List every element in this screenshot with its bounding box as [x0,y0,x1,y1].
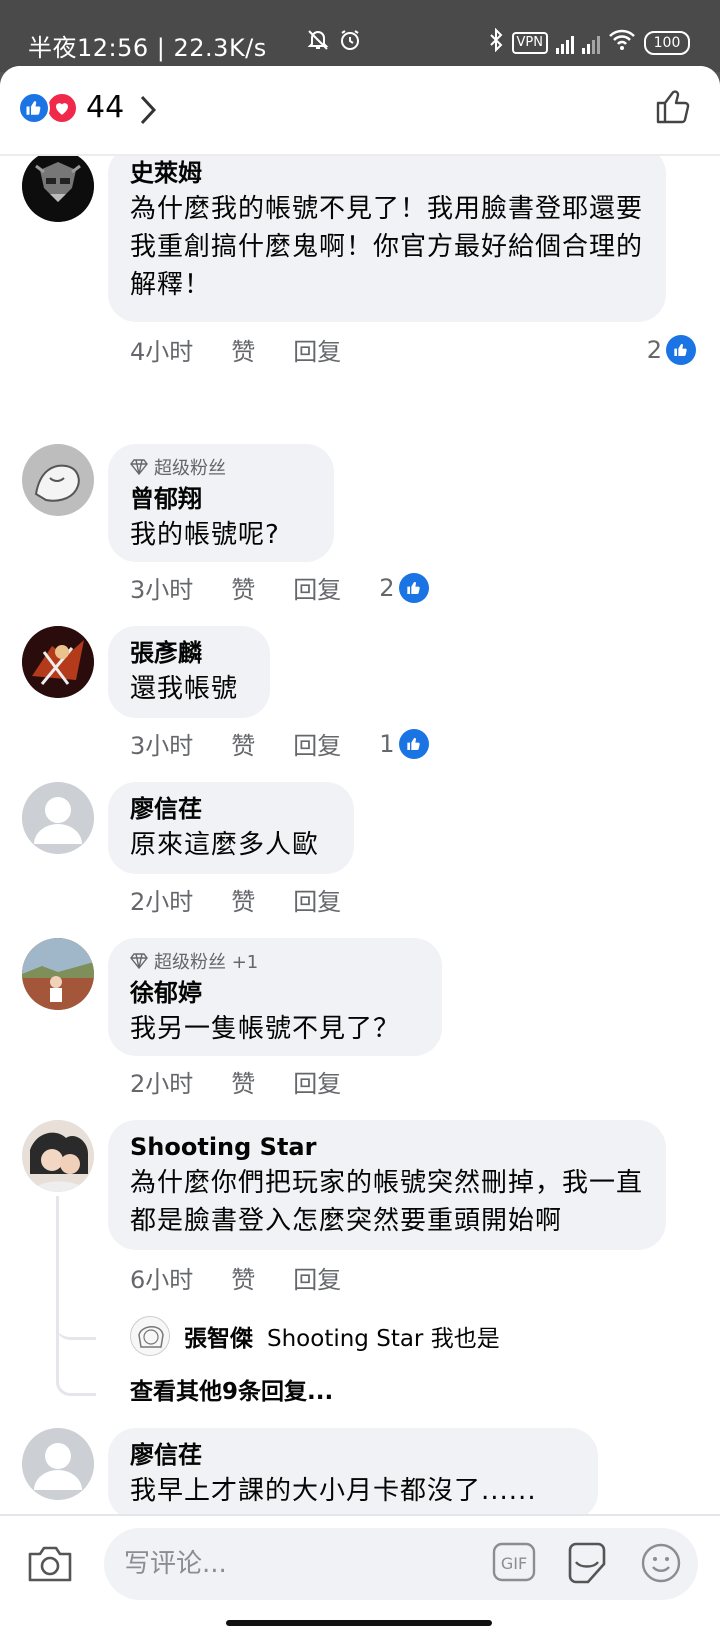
status-icons: VPN 100 [306,27,690,57]
avatar[interactable] [22,1120,94,1192]
comment-like-count[interactable]: 2 [647,334,696,365]
like-icon [398,728,429,759]
thread-connector [56,1260,96,1340]
reply-button[interactable]: 回复 [293,726,341,761]
comment-time: 6小时 [130,1266,194,1294]
reaction-summary[interactable] [18,92,82,124]
comment-time: 3小时 [130,576,194,604]
comment-time: 3小时 [130,732,194,760]
comment-time: 2小时 [130,888,194,916]
reply-button[interactable]: 回复 [293,1260,341,1295]
comment-bubble: 史萊姆 為什麼我的帳號不見了！我用臉書登耶還要我重創搞什麼鬼啊！你官方最好給個合… [108,156,666,322]
like-comment-button[interactable]: 赞 [231,1260,255,1295]
reply-button[interactable]: 回复 [293,570,341,605]
avatar[interactable] [22,626,94,698]
comment-actions: 3小时 赞 回复 2 [130,570,429,605]
comment-bubble: 廖信荏 我早上才課的大小月卡都沒了...... [108,1428,598,1520]
gif-button[interactable]: GIF [492,1542,536,1586]
like-icon [666,334,696,365]
diamond-icon [130,953,148,969]
reply-text: Shooting Star 我也是 [267,1326,500,1352]
like-comment-button[interactable]: 赞 [231,882,255,917]
comment-author[interactable]: Shooting Star [130,1130,644,1164]
comment-bubble: 廖信荏 原來這麼多人歐 [108,782,354,874]
love-icon [46,92,78,124]
avatar[interactable] [22,1428,94,1500]
like-comment-button[interactable]: 赞 [231,1064,255,1099]
svg-text:GIF: GIF [501,1554,527,1573]
comment-author[interactable]: 廖信荏 [130,792,332,826]
comment-bubble: 張彥麟 還我帳號 [108,626,270,718]
like-icon [18,92,50,124]
battery-icon: 100 [644,30,690,55]
avatar[interactable] [22,938,94,1010]
avatar[interactable] [22,156,94,222]
comment-time: 2小时 [130,1070,194,1098]
comment-bubble: 超级粉丝 +1 徐郁婷 我另一隻帳號不見了？ [108,938,442,1056]
like-post-button[interactable] [654,86,694,130]
comment-bubble: Shooting Star 為什麼你們把玩家的帳號突然刪掉，我一直都是臉書登入怎… [108,1120,666,1250]
reply-preview[interactable]: 張智傑 Shooting Star 我也是 [130,1316,500,1356]
fan-badge: 超级粉丝 [130,454,312,480]
comment-actions: 2小时 赞 回复 [130,1064,379,1099]
comment-author[interactable]: 廖信荏 [130,1438,576,1472]
status-bar: 半夜12:56 | 22.3K/s VPN 100 [0,0,720,72]
comment-author[interactable]: 張彥麟 [130,636,248,670]
status-time: 半夜12:56 | 22.3K/s [28,34,267,62]
comment-input-container[interactable]: GIF [104,1528,698,1600]
mute-icon [306,28,330,57]
comment-composer: GIF [0,1514,720,1640]
comment-author[interactable]: 史萊姆 [130,156,644,190]
home-indicator[interactable] [226,1620,492,1626]
chevron-right-icon[interactable] [138,93,158,131]
comment-input[interactable] [124,1542,454,1586]
comment-text: 原來這麼多人歐 [130,830,320,860]
emoji-icon[interactable] [640,1542,682,1588]
comment-text: 我另一隻帳號不見了？ [130,1014,401,1044]
view-more-replies-link[interactable]: 查看其他9条回复... [130,1372,333,1406]
comment-actions: 3小时 赞 回复 1 [130,726,429,761]
like-comment-button[interactable]: 赞 [231,726,255,761]
comment-text: 我的帳號呢? [130,520,280,550]
comment-time: 4小时 [130,338,194,366]
like-icon [398,572,429,603]
reply-button[interactable]: 回复 [293,882,341,917]
comment-list[interactable]: 史萊姆 為什麼我的帳號不見了！我用臉書登耶還要我重創搞什麼鬼啊！你官方最好給個合… [0,156,720,1580]
comment-text: 我早上才課的大小月卡都沒了...... [130,1476,537,1506]
vpn-badge: VPN [511,31,548,54]
like-comment-button[interactable]: 赞 [231,332,255,367]
comments-sheet: 44 史萊姆 為什麼我的帳號不見了！我用臉書登耶還要我重創搞什麼鬼啊！你官方最好… [0,66,720,1640]
sticker-icon[interactable] [564,1540,610,1590]
avatar[interactable] [22,782,94,854]
reply-avatar[interactable] [130,1316,170,1356]
alarm-icon [338,28,362,57]
camera-icon[interactable] [26,1544,74,1588]
comment-author[interactable]: 徐郁婷 [130,976,420,1010]
reply-button[interactable]: 回复 [293,1064,341,1099]
wifi-icon [608,29,636,56]
bluetooth-icon [488,27,504,57]
comment-like-count[interactable]: 2 [379,572,429,603]
comment-author[interactable]: 曾郁翔 [130,482,312,516]
comment-actions: 2小时 赞 回复 [130,882,379,917]
fan-badge: 超级粉丝 +1 [130,948,420,974]
comment-text: 為什麼你們把玩家的帳號突然刪掉，我一直都是臉書登入怎麼突然要重頭開始啊 [130,1168,644,1236]
signal-icon-2 [582,32,600,54]
reactions-header: 44 [0,66,720,156]
diamond-icon [130,459,148,475]
signal-icon [556,32,574,54]
comment-actions: 6小时 赞 回复 [130,1260,379,1295]
reply-button[interactable]: 回复 [293,332,341,367]
comment-text: 還我帳號 [130,674,239,704]
avatar[interactable] [22,444,94,516]
comment-like-count[interactable]: 1 [379,728,429,759]
comment-bubble: 超级粉丝 曾郁翔 我的帳號呢? [108,444,334,562]
comment-text: 為什麼我的帳號不見了！我用臉書登耶還要我重創搞什麼鬼啊！你官方最好給個合理的解釋… [130,194,644,300]
like-comment-button[interactable]: 赞 [231,570,255,605]
comment-actions: 4小时 赞 回复 2 [130,332,696,367]
reaction-count[interactable]: 44 [86,90,124,125]
reply-author[interactable]: 張智傑 [184,1319,253,1353]
